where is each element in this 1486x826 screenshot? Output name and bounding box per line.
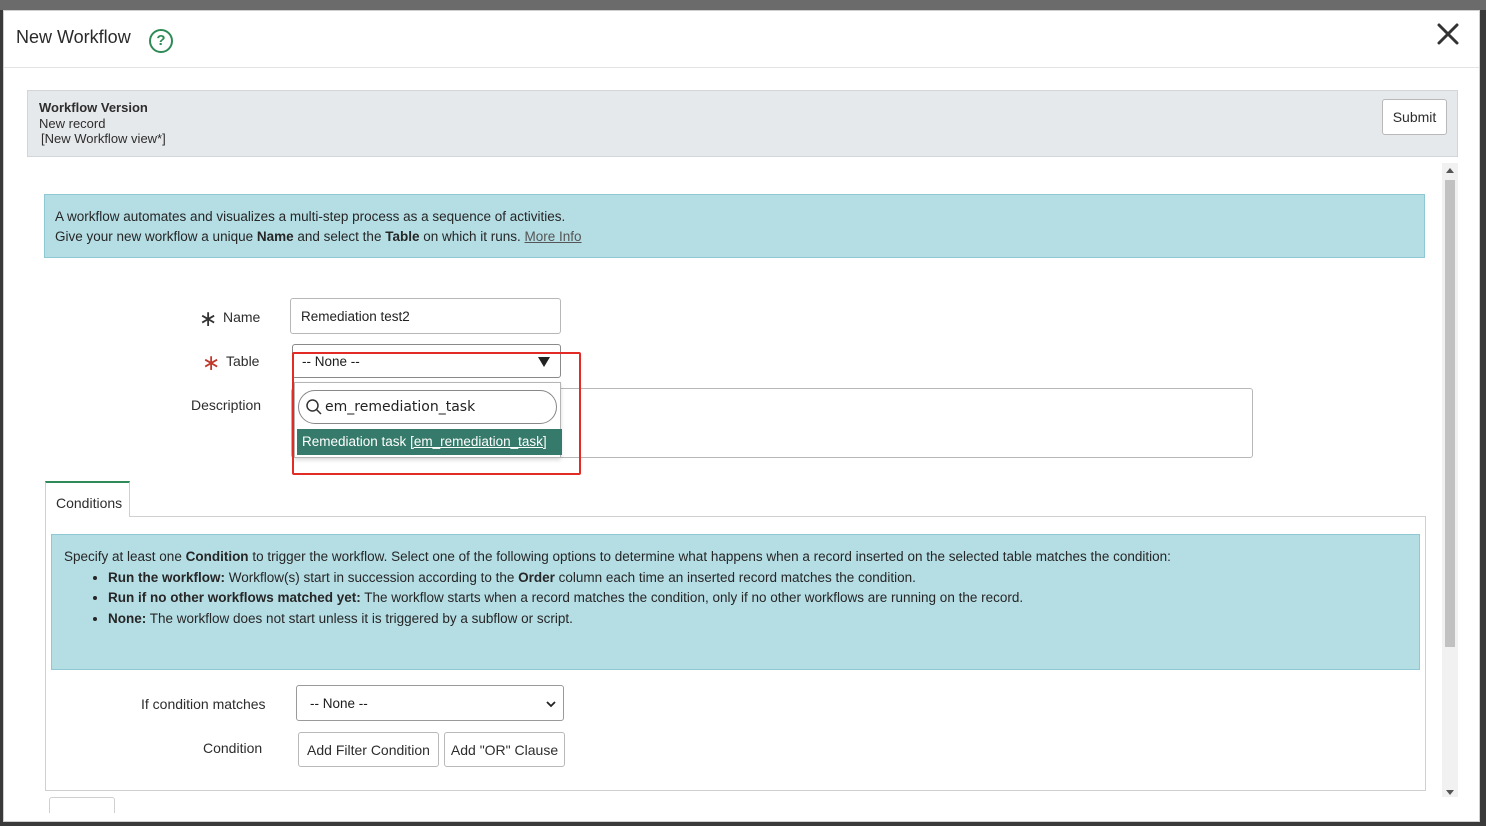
tab-conditions[interactable]: Conditions [45,481,130,517]
dropdown-option-remediation-task[interactable]: Remediation task [em_remediation_task] [297,429,562,455]
if-condition-label: If condition matches [141,696,266,712]
conditions-list: Run the workflow: Workflow(s) start in s… [108,568,1407,630]
if-condition-value: -- None -- [310,696,368,711]
intro-line-2: Give your new workflow a unique Name and… [55,229,582,244]
table-dropdown: Remediation task [em_remediation_task] [294,382,562,458]
list-item: None: The workflow does not start unless… [108,609,1407,630]
condition-label: Condition [203,740,263,756]
name-label: Name [223,309,261,325]
new-workflow-modal: New Workflow ? Workflow Version New reco… [3,10,1480,822]
list-item: Run the workflow: Workflow(s) start in s… [108,568,1407,589]
mandatory-icon: ∗ [199,306,218,331]
form-content: A workflow automates and visualizes a mu… [27,163,1443,813]
intro-line-1: A workflow automates and visualizes a mu… [55,209,566,224]
list-item: Run if no other workflows matched yet: T… [108,588,1407,609]
table-select-value: -- None -- [302,354,360,369]
table-search-box[interactable] [298,390,557,424]
more-info-link[interactable]: More Info [525,229,582,244]
scroll-down-icon[interactable] [1446,790,1454,795]
intro-info-box: A workflow automates and visualizes a mu… [44,194,1425,258]
close-icon[interactable] [1433,19,1463,49]
help-icon[interactable]: ? [149,29,173,53]
record-status: New record [39,116,106,131]
name-input[interactable] [290,298,561,334]
table-label: Table [226,353,260,369]
submit-button[interactable]: Submit [1382,99,1447,135]
scrollbar[interactable] [1442,163,1458,797]
background-app-bar [0,0,1486,10]
description-label: Description [191,397,262,413]
scroll-up-icon[interactable] [1446,168,1454,173]
record-type-title: Workflow Version [39,100,148,115]
mandatory-icon: ∗ [202,350,221,375]
view-name: [New Workflow view*] [41,131,166,146]
scroll-thumb[interactable] [1445,180,1455,647]
add-or-clause-button[interactable]: Add "OR" Clause [444,732,565,767]
chevron-down-icon [546,696,556,708]
conditions-info-box: Specify at least one Condition to trigge… [51,534,1420,670]
modal-header: New Workflow ? [4,11,1479,68]
conditions-intro: Specify at least one Condition to trigge… [64,549,1171,564]
table-search-input[interactable] [325,397,550,417]
next-section-tab [49,797,115,813]
add-filter-condition-button[interactable]: Add Filter Condition [298,732,439,767]
if-condition-select[interactable]: -- None -- [296,685,564,721]
table-select[interactable]: -- None -- [292,344,561,378]
record-header: Workflow Version New record [New Workflo… [27,90,1458,157]
search-icon [305,398,323,416]
modal-title: New Workflow [16,27,131,47]
conditions-panel: Specify at least one Condition to trigge… [45,516,1426,791]
caret-down-icon [538,357,550,367]
